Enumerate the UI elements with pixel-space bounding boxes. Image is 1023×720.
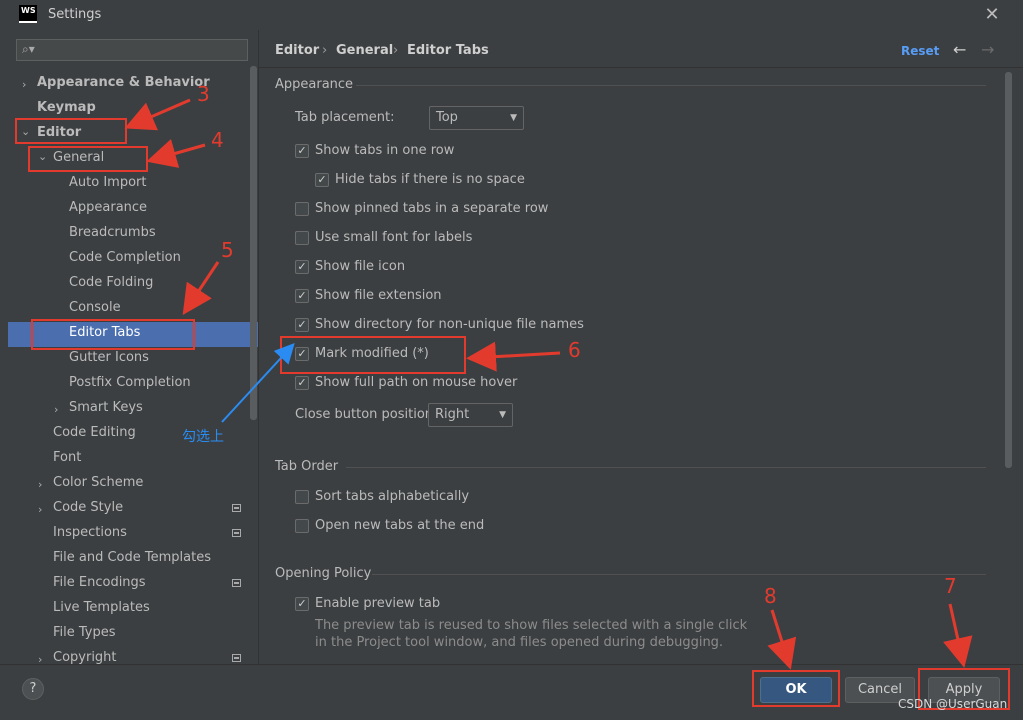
annotation-number-4: 4 (211, 128, 224, 152)
annotation-arrows (124, 98, 973, 670)
annotation-note-check: 勾选上 (182, 429, 224, 445)
annotation-number-8: 8 (764, 584, 777, 608)
annotation-number-3: 3 (197, 82, 210, 106)
annotation-number-5: 5 (221, 238, 234, 262)
arrow-note (221, 343, 295, 423)
arrow-5 (182, 261, 220, 315)
annotation-number-7: 7 (944, 574, 957, 598)
arrow-7 (943, 603, 973, 668)
arrow-6 (466, 341, 561, 372)
watermark: CSDN @UserGuan (898, 697, 1008, 711)
arrow-3 (124, 98, 191, 131)
arrow-8 (767, 609, 797, 670)
annotation-number-6: 6 (568, 338, 581, 362)
arrow-4 (146, 139, 206, 168)
